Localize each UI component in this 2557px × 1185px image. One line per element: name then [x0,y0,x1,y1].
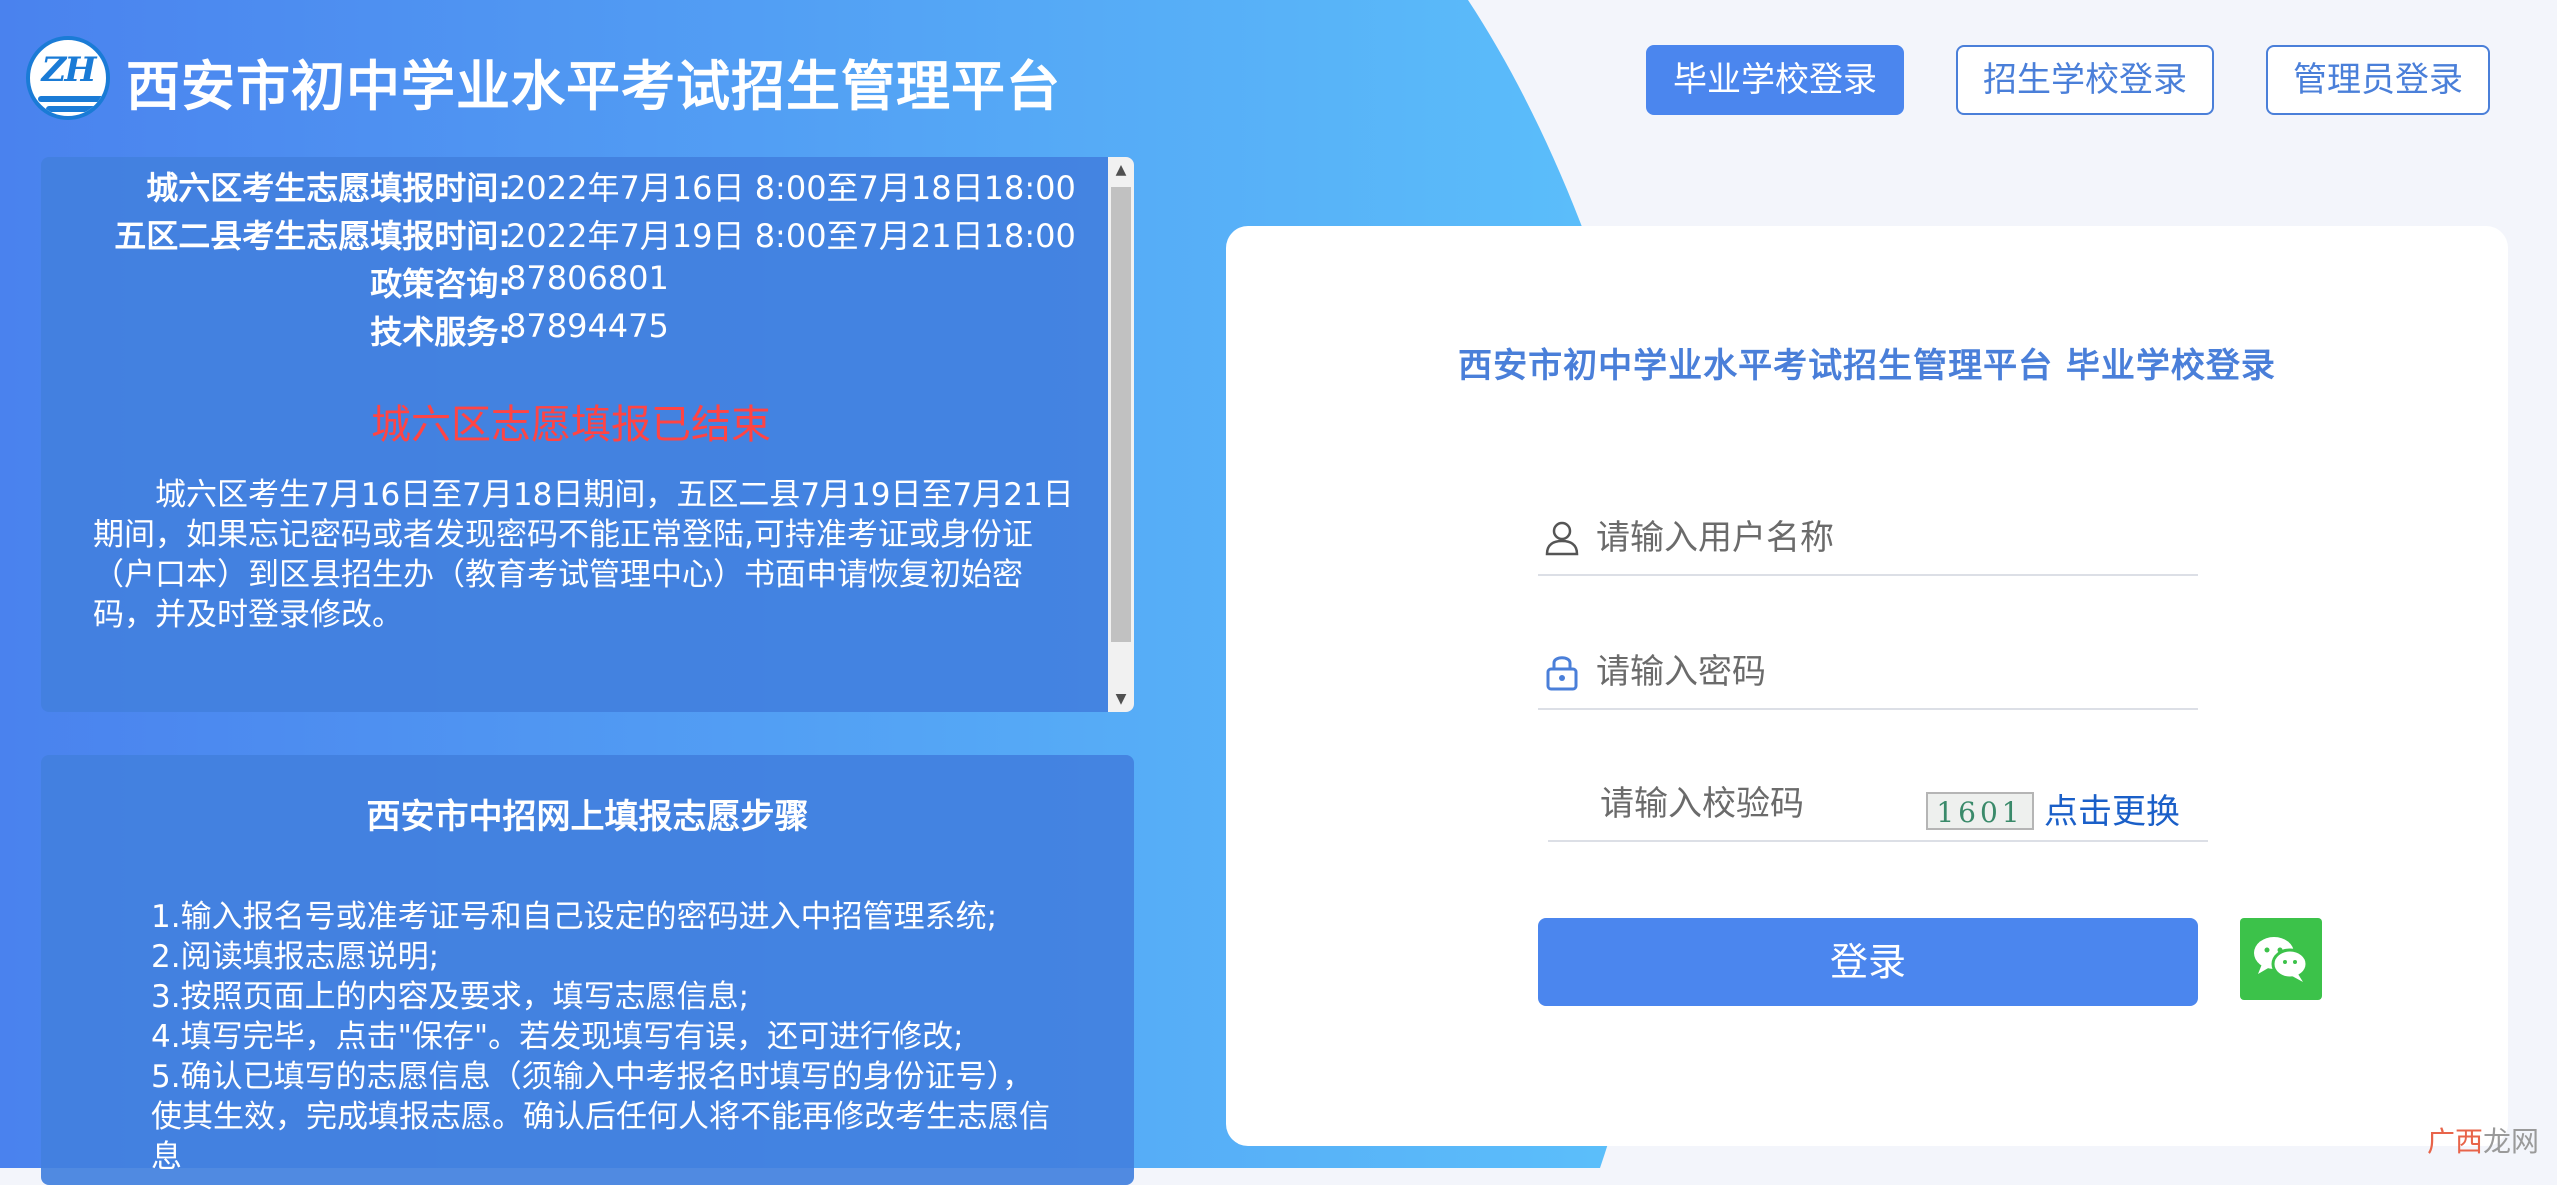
info-value: 87806801 [506,259,669,297]
steps-title: 西安市中招网上填报志愿步骤 [366,797,809,837]
user-icon [1545,521,1579,556]
step-item: 4.填写完毕，点击"保存"。若发现填写有误，还可进行修改; [151,1019,964,1055]
info-value: 2022年7月19日 8:00至7月21日18:00 [506,217,1076,255]
admission-school-login-button[interactable]: 招生学校登录 [1956,45,2214,115]
site-title: 西安市初中学业水平考试招生管理平台 [126,55,1061,118]
info-row: 政策咨询: 87806801 [41,259,1091,307]
notice-panel: 城六区考生志愿填报时间: 2022年7月16日 8:00至7月18日18:00 … [41,157,1134,712]
step-item: 3.按照页面上的内容及要求，填写志愿信息; [151,979,750,1015]
login-card: 西安市初中学业水平考试招生管理平台 毕业学校登录 1601 点击更换 登录 [1226,226,2508,1146]
login-button[interactable]: 登录 [1538,918,2198,1006]
notice-scrollbar[interactable]: ▲ ▼ [1108,157,1134,712]
watermark: 广西龙网 [2427,1120,2539,1160]
logo[interactable]: ZH [26,36,110,120]
info-label: 政策咨询: [370,265,511,303]
captcha-input[interactable] [1598,776,1902,832]
steps-panel: 西安市中招网上填报志愿步骤 1.输入报名号或准考证号和自己设定的密码进入中招管理… [41,755,1134,1185]
wechat-login-button[interactable] [2240,918,2322,1000]
username-input[interactable] [1594,510,2188,566]
closed-message: 城六区志愿填报已结束 [371,402,771,448]
info-row: 城六区考生志愿填报时间: 2022年7月16日 8:00至7月18日18:00 [41,163,1091,211]
scroll-down-icon[interactable]: ▼ [1108,686,1134,712]
info-value: 2022年7月16日 8:00至7月18日18:00 [506,169,1076,207]
step-item: 2.阅读填报志愿说明; [151,939,440,975]
info-row: 五区二县考生志愿填报时间: 2022年7月19日 8:00至7月21日18:00 [41,211,1091,259]
login-heading: 西安市初中学业水平考试招生管理平台 毕业学校登录 [1458,346,2276,386]
password-input[interactable] [1594,644,2188,700]
captcha-field: 1601 点击更换 [1548,766,2208,842]
watermark-brand: 广西 [2426,1125,2483,1158]
lock-icon [1546,656,1578,691]
wechat-icon [2254,937,2309,982]
admin-login-button[interactable]: 管理员登录 [2266,45,2490,115]
info-label: 五区二县考生志愿填报时间: [114,217,511,255]
captcha-image[interactable]: 1601 [1926,792,2034,830]
step-item: 1.输入报名号或准考证号和自己设定的密码进入中招管理系统; [151,899,998,935]
scroll-thumb[interactable] [1111,187,1131,642]
graduate-school-login-button[interactable]: 毕业学校登录 [1646,45,1904,115]
header: ZH 西安市初中学业水平考试招生管理平台 毕业学校登录 招生学校登录 管理员登录 [0,0,2557,150]
steps-list: 1.输入报名号或准考证号和自己设定的密码进入中招管理系统; 2.阅读填报志愿说明… [151,897,1051,1177]
username-field [1538,500,2198,576]
logo-wave [46,106,98,112]
step-item: 5.确认已填写的志愿信息（须输入中考报名时填写的身份证号），使其生效，完成填报志… [151,1059,1050,1175]
logo-wave [38,96,106,102]
notice-body: 城六区考生7月16日至7月18日期间，五区二县7月19日至7月21日期间，如果忘… [93,477,1074,633]
info-label: 技术服务: [370,313,511,351]
watermark-suffix: 龙网 [2482,1125,2539,1158]
info-row: 技术服务: 87894475 [41,307,1091,355]
info-label: 城六区考生志愿填报时间: [146,169,511,207]
info-value: 87894475 [506,307,669,345]
scroll-up-icon[interactable]: ▲ [1108,157,1134,183]
captcha-refresh-link[interactable]: 点击更换 [2044,784,2180,833]
password-field [1538,634,2198,710]
logo-text: ZH [41,50,97,90]
